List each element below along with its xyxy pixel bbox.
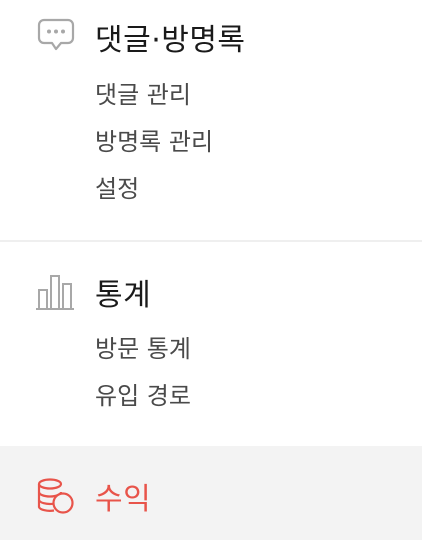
submenu-item-settings[interactable]: 설정 [95,169,139,204]
menu-title-stats[interactable]: 통계 [95,270,151,314]
menu-section-comments: 댓글·방명록 댓글 관리 방명록 관리 설정 [0,0,422,240]
bar-chart-icon [36,272,76,312]
submenu-item-comment-management[interactable]: 댓글 관리 [95,75,191,110]
admin-sidebar-menu: 댓글·방명록 댓글 관리 방명록 관리 설정 통계 방문 통계 유입 경로 수익 [0,0,422,540]
submenu-item-guestbook-management[interactable]: 방명록 관리 [95,122,213,157]
submenu-item-referrer-path[interactable]: 유입 경로 [95,376,191,411]
coins-icon [36,476,76,516]
speech-bubble-icon [36,14,76,54]
menu-title-comments[interactable]: 댓글·방명록 [95,15,246,59]
menu-section-revenue[interactable]: 수익 [0,446,422,540]
menu-section-stats: 통계 방문 통계 유입 경로 [0,242,422,446]
submenu-item-visit-stats[interactable]: 방문 통계 [95,329,191,364]
menu-title-revenue[interactable]: 수익 [95,474,151,518]
